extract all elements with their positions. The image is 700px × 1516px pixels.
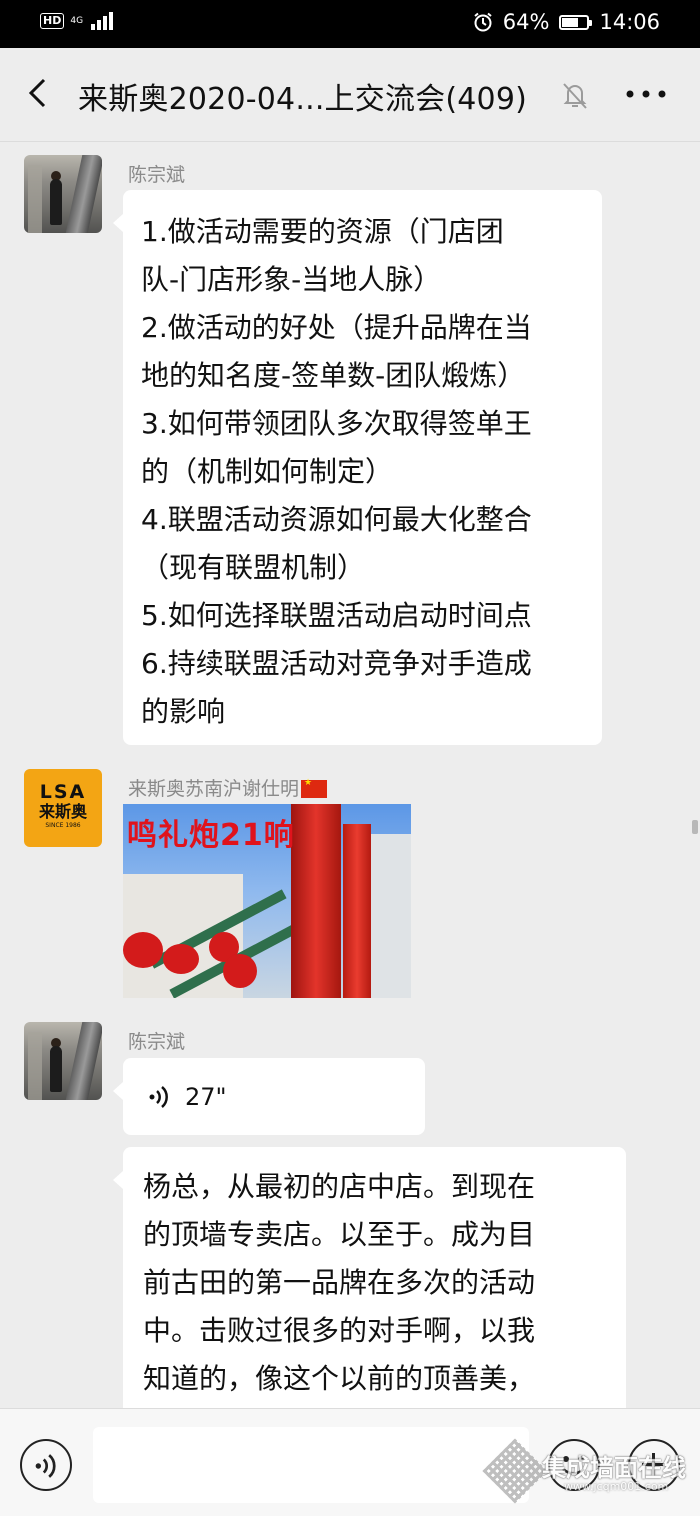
- sender-name: 来斯奥苏南沪谢仕明: [128, 774, 328, 801]
- voice-message[interactable]: 27": [113, 1058, 425, 1135]
- sender-name-text: 来斯奥苏南沪谢仕明: [128, 778, 300, 800]
- watermark-logo-icon: [482, 1438, 548, 1504]
- chat-title[interactable]: 来斯奥2020-04...上交流会(409): [78, 74, 527, 118]
- watermark-url: www.jcqm001.com: [564, 1480, 669, 1493]
- message-line: 的影响: [141, 695, 226, 728]
- message-line: 1.做活动需要的资源（门店团: [141, 215, 504, 248]
- message-line: 中。击败过很多的对手啊，以我: [143, 1314, 536, 1347]
- scroll-indicator[interactable]: [692, 820, 698, 834]
- message-line: 杨总，从最初的店中店。到现在: [143, 1170, 536, 1203]
- image-message[interactable]: 鸣礼炮21响: [123, 804, 411, 998]
- network-type: 4G: [70, 15, 84, 26]
- more-icon[interactable]: [624, 84, 668, 104]
- logo-since: SINCE 1986: [45, 822, 81, 829]
- message-input[interactable]: [93, 1427, 529, 1503]
- message-bubble[interactable]: 1.做活动需要的资源（门店团 队-门店形象-当地人脉） 2.做活动的好处（提升品…: [113, 190, 602, 745]
- voice-wave-icon: [149, 1086, 168, 1108]
- avatar[interactable]: [24, 155, 102, 233]
- alarm-icon: [474, 12, 492, 32]
- watermark: 集成墙面在线 www.jcqm001.com: [482, 1438, 692, 1504]
- sender-name: 陈宗斌: [128, 164, 186, 186]
- message-line: 5.如何选择联盟活动启动时间点: [141, 599, 532, 632]
- battery-percent: 64%: [502, 10, 550, 34]
- chat-header: 来斯奥2020-04...上交流会(409): [0, 48, 700, 142]
- image-caption: 鸣礼炮21响: [127, 818, 295, 853]
- back-icon[interactable]: [22, 76, 56, 110]
- message-bubble[interactable]: 杨总，从最初的店中店。到现在 的顶墙专卖店。以至于。成为目 前古田的第一品牌在多…: [113, 1147, 626, 1447]
- china-flag-icon: [301, 778, 328, 798]
- signal-icon: [91, 12, 114, 30]
- message-line: 4.联盟活动资源如何最大化整合: [141, 503, 532, 536]
- sender-name: 陈宗斌: [128, 1031, 186, 1053]
- battery-icon: [559, 14, 593, 30]
- message-line: 前古田的第一品牌在多次的活动: [143, 1266, 536, 1299]
- message-line: 的顶墙专卖店。以至于。成为目: [143, 1218, 536, 1251]
- message-line: （现有联盟机制）: [141, 551, 366, 584]
- voice-wave-icon: [35, 1454, 56, 1478]
- avatar-brand-logo[interactable]: LSA 来斯奥 SINCE 1986: [24, 769, 102, 847]
- avatar[interactable]: [24, 1022, 102, 1100]
- message-line: 3.如何带领团队多次取得签单王: [141, 407, 532, 440]
- message-line: 2.做活动的好处（提升品牌在当: [141, 311, 532, 344]
- message-line: 6.持续联盟活动对竞争对手造成: [141, 647, 532, 680]
- message-line: 队-门店形象-当地人脉）: [141, 263, 442, 296]
- status-bar: HD 4G 64% 14:06: [0, 0, 700, 48]
- message-line: 的（机制如何制定）: [141, 455, 394, 488]
- clock: 14:06: [599, 10, 660, 34]
- mute-bell-icon: [563, 83, 587, 109]
- message-line: 地的知名度-签单数-团队煅炼）: [141, 359, 526, 392]
- voice-duration: 27": [185, 1083, 227, 1111]
- logo-name: 来斯奥: [38, 802, 87, 821]
- logo-brand: LSA: [39, 781, 87, 803]
- voice-input-button[interactable]: [20, 1439, 72, 1491]
- message-line: 知道的，像这个以前的顶善美，: [143, 1362, 536, 1395]
- watermark-text: 集成墙面在线: [542, 1454, 686, 1482]
- hd-badge: HD: [40, 13, 65, 29]
